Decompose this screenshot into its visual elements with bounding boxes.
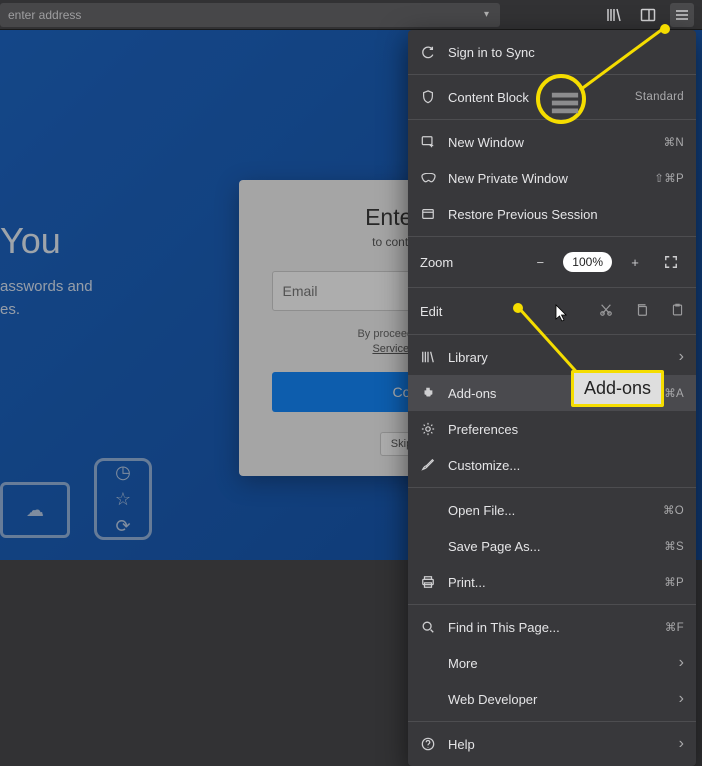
addons-icon (420, 385, 436, 401)
menu-help[interactable]: Help › (408, 726, 696, 762)
restore-icon (420, 206, 436, 222)
menu-find-in-page[interactable]: Find in This Page... ⌘F (408, 609, 696, 645)
menu-open-file[interactable]: Open File... ⌘O (408, 492, 696, 528)
browser-toolbar: enter address ▾ (0, 0, 702, 30)
separator (408, 487, 696, 488)
chevron-right-icon: › (679, 348, 684, 366)
toolbar-right (602, 3, 702, 27)
menu-edit-row: Edit (408, 292, 696, 330)
menu-save-page[interactable]: Save Page As... ⌘S (408, 528, 696, 564)
menu-customize[interactable]: Customize... (408, 447, 696, 483)
chevron-right-icon: › (679, 735, 684, 753)
menu-addons[interactable]: Add-ons ⇧⌘A (408, 375, 696, 411)
fullscreen-icon[interactable] (658, 249, 684, 275)
chevron-right-icon: › (679, 690, 684, 708)
printer-icon (420, 574, 436, 590)
separator (408, 236, 696, 237)
sidebar-icon[interactable] (636, 3, 660, 27)
separator (408, 119, 696, 120)
url-bar-placeholder: enter address (8, 8, 481, 22)
cut-icon[interactable] (599, 303, 613, 320)
menu-content-blocking[interactable]: Content Block Standard (408, 79, 696, 115)
search-icon (420, 619, 436, 635)
menu-more[interactable]: More › (408, 645, 696, 681)
url-bar[interactable]: enter address ▾ (0, 3, 500, 27)
hamburger-menu: Sign in to Sync Content Block Standard N… (408, 30, 696, 766)
menu-web-developer[interactable]: Web Developer › (408, 681, 696, 717)
separator (408, 287, 696, 288)
library-icon (420, 349, 436, 365)
zoom-label: Zoom (420, 255, 517, 270)
separator (408, 334, 696, 335)
window-plus-icon (420, 134, 436, 150)
chevron-right-icon: › (679, 654, 684, 672)
gear-icon (420, 421, 436, 437)
zoom-in-button[interactable]: + (622, 249, 648, 275)
menu-zoom-row: Zoom − 100% + (408, 241, 696, 283)
zoom-percentage[interactable]: 100% (563, 252, 612, 272)
mask-icon (420, 170, 436, 186)
separator (408, 74, 696, 75)
menu-sign-in[interactable]: Sign in to Sync (408, 34, 696, 70)
library-icon[interactable] (602, 3, 626, 27)
menu-preferences[interactable]: Preferences (408, 411, 696, 447)
copy-icon[interactable] (635, 303, 649, 320)
menu-restore-session[interactable]: Restore Previous Session (408, 196, 696, 232)
menu-new-private-window[interactable]: New Private Window ⇧⌘P (408, 160, 696, 196)
paste-icon[interactable] (671, 303, 684, 320)
hamburger-menu-button[interactable] (670, 3, 694, 27)
menu-library[interactable]: Library › (408, 339, 696, 375)
zoom-out-button[interactable]: − (527, 249, 553, 275)
shield-icon (420, 89, 436, 105)
separator (408, 721, 696, 722)
edit-label: Edit (420, 304, 579, 319)
paintbrush-icon (420, 457, 436, 473)
separator (408, 604, 696, 605)
menu-print[interactable]: Print... ⌘P (408, 564, 696, 600)
help-icon (420, 736, 436, 752)
chevron-down-icon[interactable]: ▾ (481, 9, 492, 20)
sync-icon (420, 44, 436, 60)
menu-new-window[interactable]: New Window ⌘N (408, 124, 696, 160)
